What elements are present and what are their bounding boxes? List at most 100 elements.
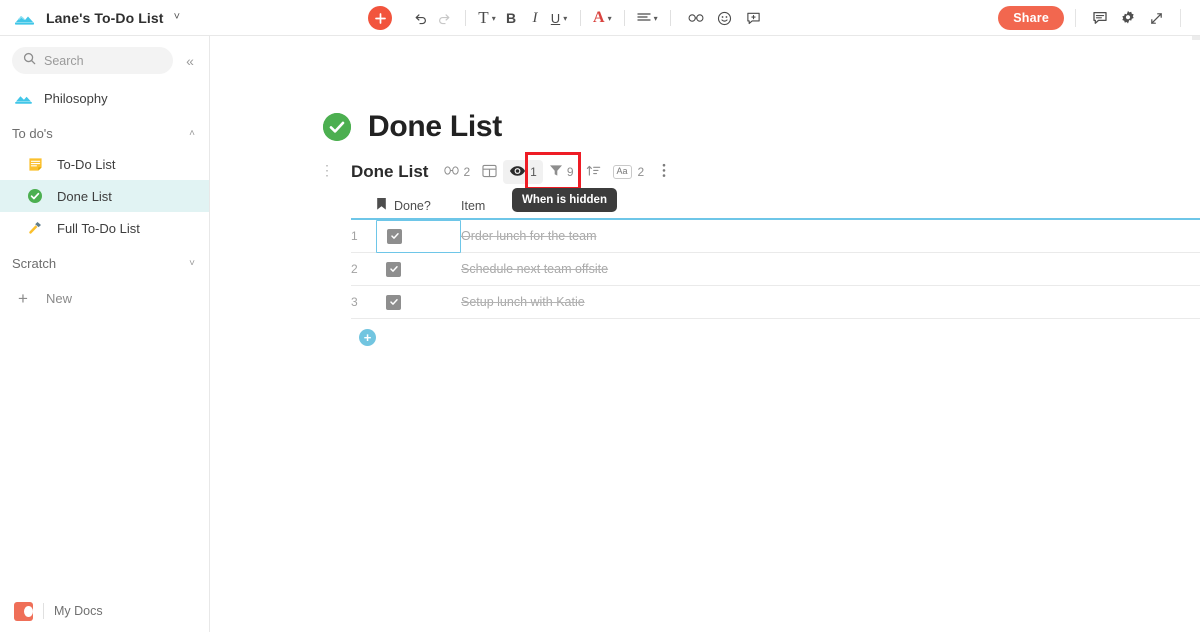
table-sort-chip[interactable]	[580, 160, 607, 184]
sidebar-item-done-list[interactable]: Done List	[0, 180, 209, 212]
page-header: Done List	[323, 110, 1200, 144]
coda-logo-icon	[14, 601, 33, 621]
table-block: ⋮ Done List 2 1 9 Aa 2 When is hidden Do…	[320, 152, 1200, 346]
column-header-label: Item	[461, 199, 486, 213]
search-icon	[23, 52, 36, 70]
sidebar-item-label: Philosophy	[44, 90, 108, 106]
chevron-down-icon[interactable]: ˅	[174, 12, 180, 23]
page-title: Done List	[368, 110, 502, 143]
redo-button[interactable]	[432, 5, 456, 31]
kebab-icon	[662, 163, 666, 181]
comment-insert-button[interactable]	[742, 5, 766, 31]
table-font-count: 2	[637, 165, 645, 179]
table-row[interactable]: 3 Setup lunch with Katie	[351, 286, 1200, 319]
sort-icon	[586, 164, 601, 180]
table-header-row: Done? Item	[351, 194, 1200, 220]
top-bar: Lane's To-Do List ˅ T ▾ B I U ▾ A ▾ ▾ Sh…	[0, 0, 1200, 36]
sidebar-new-label: New	[46, 290, 73, 306]
bold-button[interactable]: B	[499, 5, 523, 31]
top-right-divider-1	[1075, 9, 1076, 27]
underline-label: U	[550, 10, 561, 26]
add-row-button[interactable]: +	[359, 329, 376, 346]
books-icon	[14, 91, 32, 105]
formatting-toolbar: T ▾ B I U ▾ A ▾ ▾	[368, 0, 766, 36]
table-hidden-columns-chip[interactable]: 1	[503, 160, 543, 184]
hammer-icon	[26, 220, 44, 236]
grid-icon	[482, 164, 497, 181]
sidebar-group-label: To do's	[12, 125, 53, 141]
sidebar-item-to-do-list[interactable]: To-Do List	[0, 148, 209, 180]
font-color-button[interactable]: A ▾	[590, 5, 615, 31]
italic-button[interactable]: I	[523, 5, 547, 31]
row-number: 1	[351, 229, 358, 243]
chevron-down-icon: ▾	[607, 13, 612, 23]
font-color-label: A	[593, 9, 605, 26]
search-placeholder: Search	[44, 53, 84, 68]
table-link-chip[interactable]: 2	[438, 160, 476, 184]
emoji-button[interactable]	[713, 5, 737, 31]
align-button[interactable]: ▾	[634, 5, 661, 31]
comments-icon[interactable]	[1087, 5, 1113, 31]
column-header-label: Done?	[394, 199, 431, 213]
collapse-sidebar-button[interactable]: «	[179, 50, 201, 72]
cell-item-text: Schedule next team offsite	[461, 262, 609, 276]
sidebar-item-label: To-Do List	[57, 156, 116, 172]
table-drag-handle[interactable]: ⋮	[320, 163, 334, 177]
table-filter-chip[interactable]: 9	[543, 160, 580, 184]
checkbox-checked-icon	[387, 228, 402, 244]
cell-item[interactable]: Order lunch for the team	[461, 227, 714, 245]
cell-item[interactable]: Schedule next team offsite	[461, 260, 714, 278]
cell-done-checkbox[interactable]	[376, 253, 461, 286]
sidebar-group-scratch[interactable]: Scratch ˅	[0, 248, 209, 278]
footer-divider	[43, 603, 44, 619]
link-button[interactable]	[684, 5, 708, 31]
green-check-icon	[26, 188, 44, 204]
cell-done-checkbox[interactable]	[376, 286, 461, 319]
sidebar-item-label: Full To-Do List	[57, 220, 140, 236]
add-block-button[interactable]	[368, 6, 392, 30]
expand-fullscreen-icon[interactable]	[1143, 5, 1169, 31]
chevron-up-icon[interactable]: ˄	[189, 128, 195, 139]
table-row[interactable]: 1 Order lunch for the team	[351, 219, 1200, 253]
toolbar-divider-1	[465, 10, 466, 26]
text-style-label: T	[478, 8, 489, 27]
sidebar-footer[interactable]: My Docs	[0, 590, 209, 632]
books-icon	[11, 4, 37, 31]
share-button[interactable]: Share	[998, 6, 1064, 30]
app-window: Lane's To-Do List ˅ T ▾ B I U ▾ A ▾ ▾ Sh…	[0, 0, 1200, 632]
sidebar-item-philosophy[interactable]: Philosophy	[0, 82, 209, 114]
table-font-chip[interactable]: Aa 2	[607, 160, 651, 184]
document-title-area[interactable]: Lane's To-Do List ˅	[0, 4, 210, 31]
cell-item-text: Setup lunch with Katie	[461, 295, 585, 309]
table-row[interactable]: 2 Schedule next team offsite	[351, 253, 1200, 286]
table-name[interactable]: Done List	[351, 162, 428, 182]
sidebar-group-todos[interactable]: To do's ˄	[0, 118, 209, 148]
table-layout-chip[interactable]	[476, 160, 503, 184]
underline-button[interactable]: U ▾	[547, 5, 571, 31]
bookmark-icon	[376, 197, 387, 216]
table-more-options-chip[interactable]	[656, 160, 672, 184]
sidebar-search-row: Search «	[0, 36, 209, 82]
sidebar-new-button[interactable]: + New	[0, 282, 209, 314]
settings-gear-icon[interactable]	[1115, 5, 1141, 31]
search-input[interactable]: Search	[12, 47, 173, 74]
plus-icon: +	[363, 330, 372, 345]
aa-icon: Aa	[612, 165, 632, 179]
bold-label: B	[505, 10, 517, 26]
italic-label: I	[532, 9, 538, 26]
cell-item[interactable]: Setup lunch with Katie	[461, 293, 714, 311]
table-hidden-columns-count: 1	[530, 165, 537, 179]
filter-icon	[549, 164, 563, 180]
link-icon	[444, 165, 460, 179]
sidebar: Search « Philosophy To do's ˄ To-Do List…	[0, 36, 210, 632]
cell-done-checkbox[interactable]	[376, 219, 461, 253]
column-header-done[interactable]: Done?	[376, 197, 461, 216]
chevron-down-icon[interactable]: ˅	[189, 258, 195, 269]
sidebar-item-full-to-do-list[interactable]: Full To-Do List	[0, 212, 209, 244]
row-number: 3	[351, 295, 358, 309]
text-style-button[interactable]: T ▾	[475, 5, 499, 31]
table-grid: Done? Item 1 Order lunch for the team 2 …	[351, 194, 1200, 346]
undo-button[interactable]	[408, 5, 432, 31]
note-icon	[26, 157, 44, 172]
vertical-scrollbar[interactable]	[1192, 36, 1200, 40]
